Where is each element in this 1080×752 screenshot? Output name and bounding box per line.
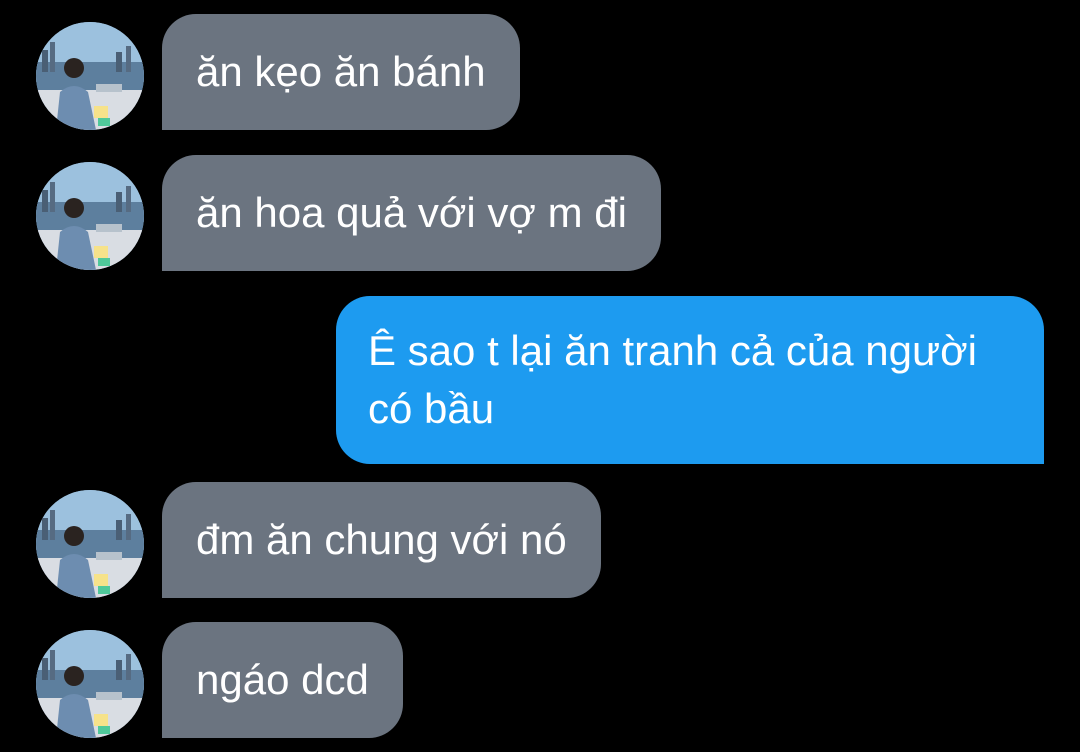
message-text: ngáo dcd (196, 656, 369, 703)
avatar-photo-icon (36, 162, 144, 270)
avatar-photo-icon (36, 630, 144, 738)
message-text: ăn hoa quả với vợ m đi (196, 189, 627, 236)
contact-avatar[interactable] (36, 162, 144, 270)
incoming-message-bubble[interactable]: ăn kẹo ăn bánh (162, 14, 520, 130)
contact-avatar[interactable] (36, 630, 144, 738)
incoming-message-bubble[interactable]: đm ăn chung với nó (162, 482, 601, 598)
message-text: Ê sao t lại ăn tranh cả của người có bầu (368, 327, 977, 432)
avatar-photo-icon (36, 22, 144, 130)
contact-avatar[interactable] (36, 490, 144, 598)
message-text: ăn kẹo ăn bánh (196, 48, 486, 95)
outgoing-message-bubble[interactable]: Ê sao t lại ăn tranh cả của người có bầu (336, 296, 1044, 464)
avatar-photo-icon (36, 490, 144, 598)
contact-avatar[interactable] (36, 22, 144, 130)
incoming-message-bubble[interactable]: ăn hoa quả với vợ m đi (162, 155, 661, 271)
incoming-message-bubble[interactable]: ngáo dcd (162, 622, 403, 738)
message-text: đm ăn chung với nó (196, 516, 567, 563)
